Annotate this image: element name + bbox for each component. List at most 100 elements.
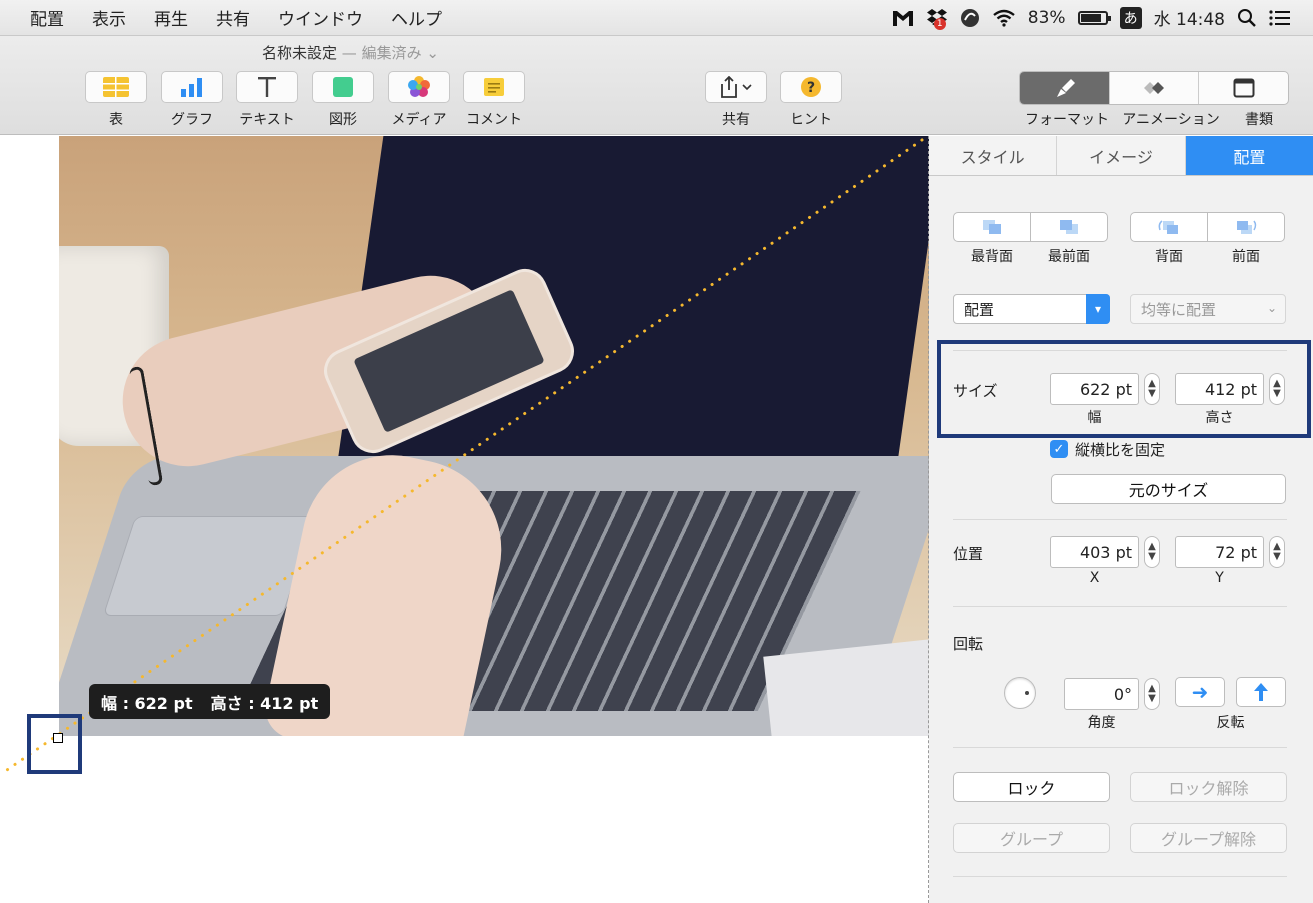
format-label: フォーマット [1025, 112, 1109, 128]
dropbox-icon[interactable]: 1 [926, 8, 948, 30]
align-select[interactable]: 配置 ▾ [953, 294, 1110, 324]
bring-forward-button[interactable] [1207, 212, 1285, 242]
bring-to-front-icon [1060, 220, 1078, 234]
menu-arrange[interactable]: 配置 [16, 5, 78, 30]
question-icon: ? [801, 77, 821, 97]
text-button[interactable] [236, 71, 298, 103]
menu-share[interactable]: 共有 [202, 5, 264, 30]
status-area: 1 83% あ 水 14:48 [892, 5, 1313, 30]
x-caption: X [1089, 570, 1100, 586]
y-field[interactable]: 72 pt [1175, 536, 1264, 568]
unlock-button[interactable]: ロック解除 [1130, 772, 1287, 802]
hint-label: ヒント [790, 112, 832, 128]
table-button[interactable] [85, 71, 147, 103]
divider [953, 876, 1287, 877]
table-icon [103, 77, 129, 97]
toolbar: 名称未設定 — 編集済み ⌄ 表 グラフ テキスト 図形 メディア コメント 共… [0, 36, 1313, 135]
original-size-button[interactable]: 元のサイズ [1051, 474, 1286, 504]
shape-icon [333, 77, 353, 97]
bring-to-front-button[interactable] [1030, 212, 1108, 242]
angle-field[interactable]: 0° [1064, 678, 1139, 710]
document-label: 書類 [1245, 112, 1273, 128]
x-field[interactable]: 403 pt [1050, 536, 1139, 568]
document-name: 名称未設定 [262, 44, 338, 62]
distribute-select-value: 均等に配置 [1141, 300, 1217, 319]
document-icon [1233, 78, 1255, 98]
shape-button[interactable] [312, 71, 374, 103]
position-label: 位置 [953, 545, 984, 563]
menu-help[interactable]: ヘルプ [377, 5, 456, 30]
gmail-icon[interactable] [892, 9, 914, 27]
sync-icon[interactable] [960, 8, 980, 28]
battery-percent: 83% [1027, 7, 1066, 28]
divider [953, 519, 1287, 520]
media-icon [408, 76, 430, 97]
x-stepper[interactable]: ▲ ▼ [1144, 536, 1160, 568]
tab-image[interactable]: イメージ [1057, 136, 1186, 175]
slide-canvas[interactable]: 幅 : 622 pt 高さ : 412 pt [0, 136, 930, 903]
document-segment[interactable] [1199, 72, 1288, 104]
flip-vertical-button[interactable] [1236, 677, 1286, 707]
chevron-down-icon: ⌄ [1266, 301, 1277, 315]
divider [953, 606, 1287, 607]
rotate-label: 回転 [953, 635, 984, 653]
menu-window[interactable]: ウインドウ [264, 5, 377, 30]
arrow-up-icon [1254, 683, 1268, 701]
hint-button[interactable]: ? [780, 71, 842, 103]
distribute-select[interactable]: 均等に配置 ⌄ [1130, 294, 1286, 324]
text-icon [258, 77, 276, 97]
chevron-down-icon: ▾ [1086, 294, 1110, 324]
bring-to-front-label: 最前面 [1048, 249, 1090, 265]
chart-icon [181, 78, 202, 97]
y-caption: Y [1215, 570, 1224, 586]
animate-segment[interactable] [1110, 72, 1200, 104]
document-title[interactable]: 名称未設定 — 編集済み ⌄ [262, 42, 439, 63]
inspector-mode-segment [1019, 71, 1289, 105]
notification-badge: 1 [933, 17, 946, 30]
send-to-back-button[interactable] [953, 212, 1031, 242]
send-backward-icon [1158, 220, 1178, 234]
bring-forward-label: 前面 [1232, 249, 1260, 265]
ungroup-button[interactable]: グループ解除 [1130, 823, 1287, 853]
size-highlight-box [937, 340, 1311, 438]
comment-button[interactable] [463, 71, 525, 103]
send-backward-label: 背面 [1155, 249, 1183, 265]
laptop-trackpad [102, 516, 316, 616]
flip-horizontal-button[interactable]: ➜ [1175, 677, 1225, 707]
arrow-right-icon: ➜ [1191, 680, 1209, 704]
laptop-photo[interactable] [59, 136, 930, 736]
chart-button[interactable] [161, 71, 223, 103]
tab-arrange[interactable]: 配置 [1185, 136, 1313, 175]
send-to-back-icon [983, 220, 1001, 234]
spotlight-search-icon[interactable] [1237, 8, 1257, 28]
handle-highlight-box [27, 714, 82, 774]
tooltip-width: 幅 : 622 pt [101, 693, 193, 713]
paintbrush-icon [1057, 79, 1076, 97]
wifi-icon[interactable] [992, 9, 1016, 27]
lock-button[interactable]: ロック [953, 772, 1110, 802]
share-button[interactable] [705, 71, 767, 103]
comment-label: コメント [466, 112, 522, 128]
menu-play[interactable]: 再生 [140, 5, 202, 30]
flip-caption: 反転 [1216, 715, 1245, 731]
rotation-dial[interactable] [1004, 677, 1036, 709]
divider [953, 747, 1287, 748]
input-method-icon[interactable]: あ [1119, 6, 1142, 29]
clock[interactable]: 水 14:48 [1154, 5, 1225, 30]
bring-forward-icon [1237, 220, 1257, 234]
battery-icon[interactable] [1077, 10, 1111, 25]
tooltip-height: 高さ : 412 pt [210, 693, 319, 713]
menu-view[interactable]: 表示 [78, 5, 140, 30]
tab-style[interactable]: スタイル [929, 136, 1058, 175]
notification-center-icon[interactable] [1269, 9, 1291, 27]
media-button[interactable] [388, 71, 450, 103]
format-segment[interactable] [1020, 72, 1110, 104]
angle-stepper[interactable]: ▲ ▼ [1144, 678, 1160, 710]
group-button[interactable]: グループ [953, 823, 1110, 853]
y-stepper[interactable]: ▲ ▼ [1269, 536, 1285, 568]
constrain-proportions-checkbox[interactable]: ✓ [1050, 440, 1068, 458]
animate-label: アニメーション [1122, 112, 1220, 128]
angle-caption: 角度 [1087, 715, 1116, 731]
send-backward-button[interactable] [1130, 212, 1208, 242]
document-status: — 編集済み ⌄ [341, 44, 439, 62]
